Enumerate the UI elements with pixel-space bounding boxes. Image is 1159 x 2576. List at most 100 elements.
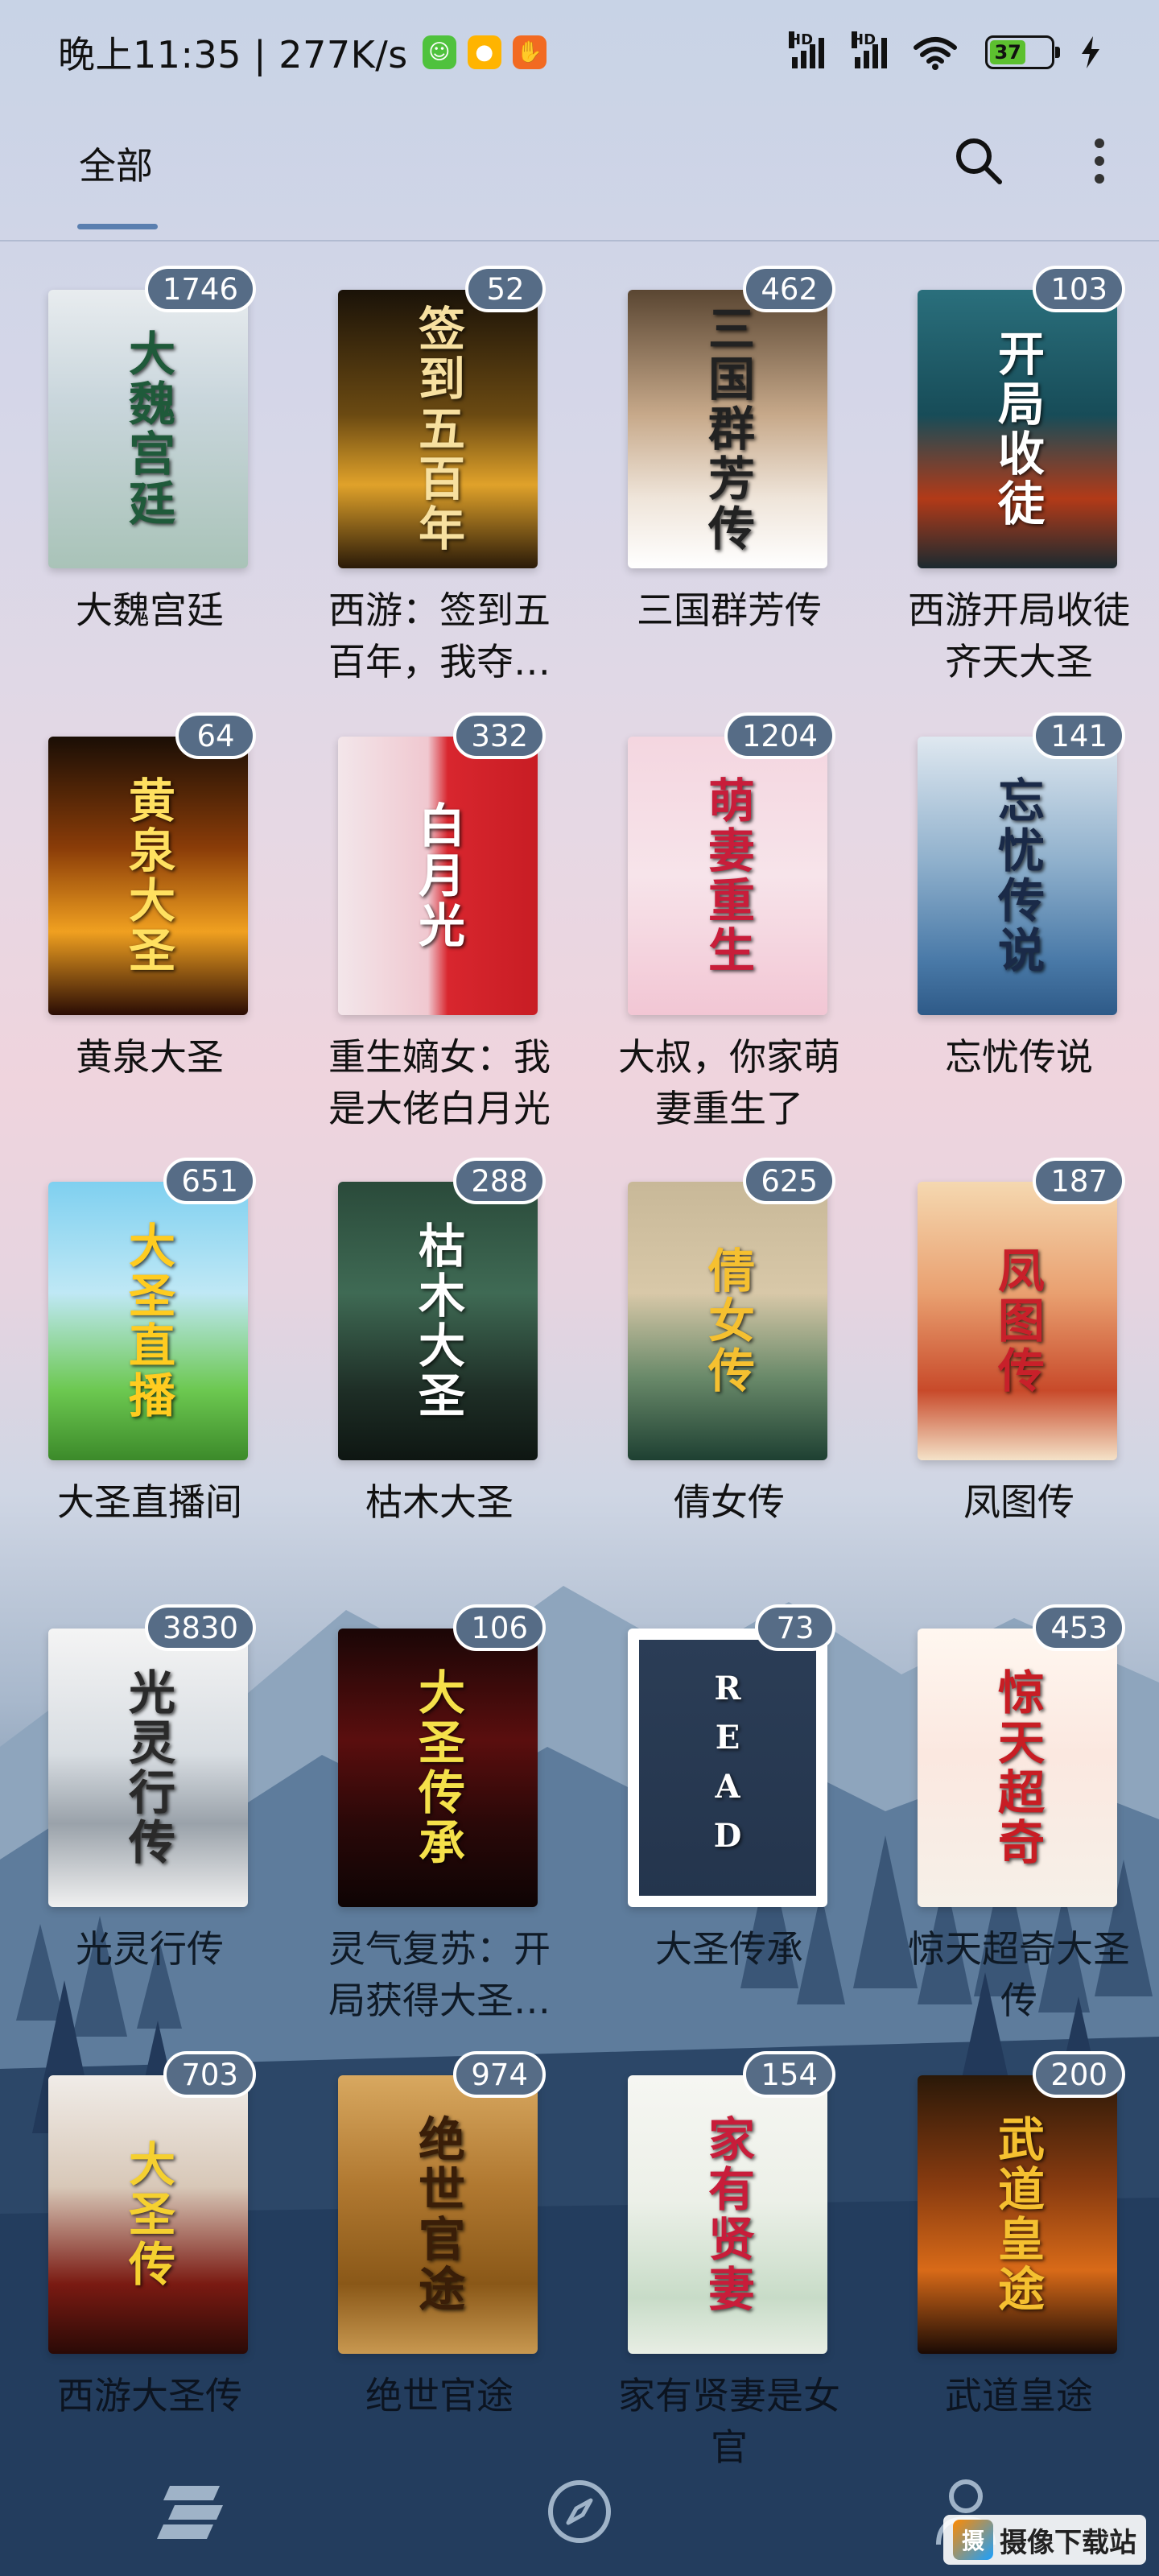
more-options-button[interactable] bbox=[1067, 129, 1132, 193]
book-title[interactable]: 西游：签到五百年，我夺… bbox=[311, 584, 568, 687]
nav-bookshelf[interactable] bbox=[153, 2471, 233, 2552]
cover-title-text: 大圣传 bbox=[121, 2140, 175, 2289]
tab-all[interactable]: 全部 bbox=[79, 137, 153, 190]
book-item[interactable]: READ 73 大圣传承 bbox=[600, 1604, 842, 2007]
book-title[interactable]: 重生嫡女：我是大佬白月光 bbox=[311, 1031, 568, 1134]
book-cover[interactable]: 家有贤妻 bbox=[628, 2075, 827, 2354]
book-item[interactable]: 大圣传 703 西游大圣传 bbox=[21, 2051, 262, 2454]
fish-app-icon: ● bbox=[467, 35, 501, 69]
book-item[interactable]: 倩女传 625 倩女传 bbox=[600, 1158, 842, 1560]
book-title[interactable]: 灵气复苏：开局获得大圣… bbox=[311, 1923, 568, 2026]
unread-count-badge: 3830 bbox=[144, 1604, 256, 1651]
book-cover[interactable]: 萌妻重生 bbox=[628, 737, 827, 1015]
unread-count-badge: 187 bbox=[1033, 1158, 1125, 1204]
book-cover[interactable]: 忘忧传说 bbox=[918, 737, 1117, 1015]
book-title[interactable]: 忘忧传说 bbox=[890, 1031, 1148, 1083]
cover-title-text: 签到五百年 bbox=[410, 304, 465, 554]
book-cover[interactable]: 枯木大圣 bbox=[338, 1182, 538, 1460]
book-title[interactable]: 倩女传 bbox=[600, 1476, 858, 1528]
book-item[interactable]: 光灵行传 3830 光灵行传 bbox=[21, 1604, 262, 2007]
cover-title-text: 枯木大圣 bbox=[410, 1221, 465, 1421]
book-cover[interactable]: 大圣直播 bbox=[48, 1182, 248, 1460]
watermark-logo-icon: 摄 bbox=[953, 2520, 993, 2560]
book-cover[interactable]: 大圣传承 bbox=[338, 1629, 538, 1907]
book-item[interactable]: 三国群芳传 462 三国群芳传 bbox=[600, 266, 842, 668]
book-cover[interactable]: 黄泉大圣 bbox=[48, 737, 248, 1015]
charging-bolt-icon bbox=[1082, 36, 1099, 68]
book-item[interactable]: 萌妻重生 1204 大叔，你家萌妻重生了 bbox=[600, 712, 842, 1130]
book-cover[interactable]: 倩女传 bbox=[628, 1182, 827, 1460]
book-item[interactable]: 白月光 332 重生嫡女：我是大佬白月光 bbox=[311, 712, 552, 1130]
book-title[interactable]: 大圣直播间 bbox=[21, 1476, 278, 1528]
book-title[interactable]: 凤图传 bbox=[890, 1476, 1148, 1528]
book-item[interactable]: 枯木大圣 288 枯木大圣 bbox=[311, 1158, 552, 1560]
top-tab-bar: 全部 bbox=[0, 121, 1159, 242]
cover-title-text: 家有贤妻 bbox=[700, 2115, 755, 2314]
book-title[interactable]: 黄泉大圣 bbox=[21, 1031, 278, 1083]
unread-count-badge: 106 bbox=[453, 1604, 546, 1651]
book-title[interactable]: 绝世官途 bbox=[311, 2370, 568, 2421]
hand-app-icon: ✋ bbox=[512, 35, 547, 69]
book-item[interactable]: 签到五百年 52 西游：签到五百年，我夺… bbox=[311, 266, 552, 683]
cover-title-text: 大魏宫廷 bbox=[121, 329, 175, 529]
status-bar: 晚上11:35 | 277K/s ☺ ● ✋ HD HD 37 bbox=[0, 0, 1159, 105]
book-cover[interactable]: READ bbox=[628, 1629, 827, 1907]
book-title[interactable]: 大叔，你家萌妻重生了 bbox=[600, 1031, 858, 1134]
book-item[interactable]: 忘忧传说 141 忘忧传说 bbox=[890, 712, 1132, 1115]
book-title[interactable]: 光灵行传 bbox=[21, 1923, 278, 1975]
book-cover[interactable]: 凤图传 bbox=[918, 1182, 1117, 1460]
book-title[interactable]: 大圣传承 bbox=[600, 1923, 858, 1975]
book-item[interactable]: 家有贤妻 154 家有贤妻是女官 bbox=[600, 2051, 842, 2469]
book-title[interactable]: 大魏宫廷 bbox=[21, 584, 278, 636]
cover-title-text: 萌妻重生 bbox=[700, 776, 755, 976]
unread-count-badge: 288 bbox=[453, 1158, 546, 1204]
wifi-icon bbox=[914, 37, 957, 70]
book-item[interactable]: 开局收徒 103 西游开局收徒齐天大圣 bbox=[890, 266, 1132, 683]
cover-title-text: 白月光 bbox=[410, 801, 465, 951]
status-indicators: HD HD 37 bbox=[789, 31, 1101, 70]
book-title[interactable]: 枯木大圣 bbox=[311, 1476, 568, 1528]
book-title[interactable]: 西游开局收徒齐天大圣 bbox=[890, 584, 1148, 687]
unread-count-badge: 141 bbox=[1033, 712, 1125, 759]
battery-indicator: 37 bbox=[985, 35, 1060, 69]
cover-title-text: 惊天超奇 bbox=[990, 1668, 1045, 1868]
book-item[interactable]: 黄泉大圣 64 黄泉大圣 bbox=[21, 712, 262, 1115]
cover-title-text: 光灵行传 bbox=[121, 1668, 175, 1868]
book-item[interactable]: 武道皇途 200 武道皇途 bbox=[890, 2051, 1132, 2454]
book-cover[interactable]: 惊天超奇 bbox=[918, 1629, 1117, 1907]
book-item[interactable]: 绝世官途 974 绝世官途 bbox=[311, 2051, 552, 2454]
book-cover[interactable]: 绝世官途 bbox=[338, 2075, 538, 2354]
signal-1-icon: HD bbox=[789, 31, 824, 68]
book-item[interactable]: 惊天超奇 453 惊天超奇大圣传 bbox=[890, 1604, 1132, 2022]
book-cover[interactable]: 武道皇途 bbox=[918, 2075, 1117, 2354]
book-title[interactable]: 武道皇途 bbox=[890, 2370, 1148, 2421]
cover-title-text: 黄泉大圣 bbox=[121, 776, 175, 976]
explore-compass-icon bbox=[548, 2480, 611, 2543]
book-cover[interactable]: 大圣传 bbox=[48, 2075, 248, 2354]
book-cover[interactable]: 大魏宫廷 bbox=[48, 290, 248, 568]
cover-title-text: 开局收徒 bbox=[990, 329, 1045, 529]
book-cover[interactable]: 白月光 bbox=[338, 737, 538, 1015]
book-item[interactable]: 凤图传 187 凤图传 bbox=[890, 1158, 1132, 1560]
book-cover[interactable]: 三国群芳传 bbox=[628, 290, 827, 568]
search-icon bbox=[956, 138, 1002, 184]
unread-count-badge: 52 bbox=[465, 266, 546, 312]
unread-count-badge: 651 bbox=[163, 1158, 256, 1204]
more-vertical-icon bbox=[1095, 138, 1104, 184]
search-button[interactable] bbox=[947, 129, 1011, 193]
book-title[interactable]: 西游大圣传 bbox=[21, 2370, 278, 2421]
book-title[interactable]: 惊天超奇大圣传 bbox=[890, 1923, 1148, 2026]
book-item[interactable]: 大魏宫廷 1746 大魏宫廷 bbox=[21, 266, 262, 668]
book-cover[interactable]: 开局收徒 bbox=[918, 290, 1117, 568]
nav-explore[interactable] bbox=[539, 2471, 620, 2552]
book-title[interactable]: 三国群芳传 bbox=[600, 584, 858, 636]
book-cover[interactable]: 签到五百年 bbox=[338, 290, 538, 568]
unread-count-badge: 703 bbox=[163, 2051, 256, 2098]
unread-count-badge: 1746 bbox=[144, 266, 256, 312]
cover-title-text: 凤图传 bbox=[990, 1246, 1045, 1396]
book-item[interactable]: 大圣直播 651 大圣直播间 bbox=[21, 1158, 262, 1560]
unread-count-badge: 332 bbox=[453, 712, 546, 759]
book-item[interactable]: 大圣传承 106 灵气复苏：开局获得大圣… bbox=[311, 1604, 552, 2022]
unread-count-badge: 154 bbox=[743, 2051, 835, 2098]
book-cover[interactable]: 光灵行传 bbox=[48, 1629, 248, 1907]
